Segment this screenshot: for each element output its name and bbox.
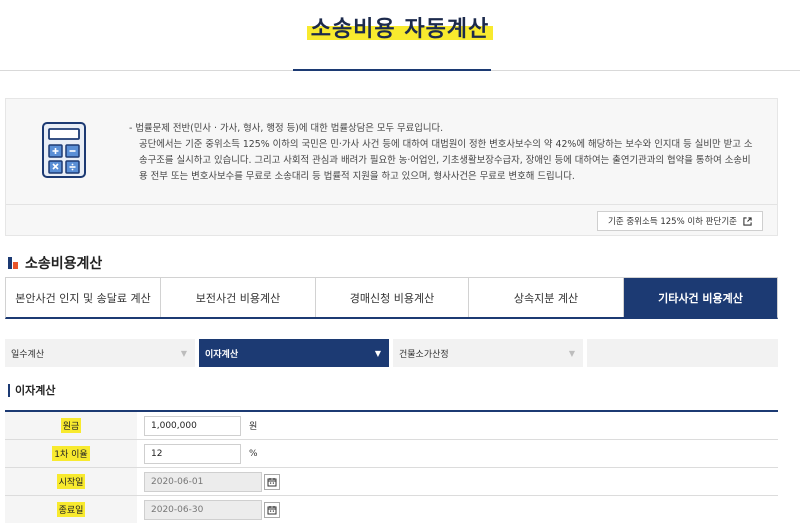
form-row-rate: 1차 이율 12 % [5,440,778,468]
sub-tabs: 일수계산 ▼ 이자계산 ▼ 건물소가산정 ▼ [5,339,778,367]
end-date-label-text: 종료일 [56,502,86,517]
page-title-wrap: 소송비용 자동계산 [0,14,800,54]
principal-value-cell: 1,000,000 원 [137,412,778,439]
triangle-down-icon: ▼ [180,348,187,358]
form-row-end-date: 종료일 2020-06-30 [5,496,778,523]
triangle-down-icon: ▼ [374,348,381,358]
start-date-input[interactable]: 2020-06-01 [144,471,262,492]
form-title: 이자계산 [8,382,55,398]
triangle-down-icon: ▼ [568,348,575,358]
section-title-mark [8,257,18,269]
page-title: 소송비용 자동계산 [306,14,494,46]
start-date-calendar-button[interactable] [264,473,280,490]
subtab-interest[interactable]: 이자계산 ▼ [199,339,389,367]
tab-auction[interactable]: 경매신청 비용계산 [316,278,469,317]
end-date-label: 종료일 [5,496,137,523]
tab-preservation[interactable]: 보전사건 비용계산 [161,278,316,317]
tab-other-cases[interactable]: 기타사건 비용계산 [624,278,777,317]
criteria-button-label: 기준 중위소득 125% 이하 판단기준 [608,217,737,227]
form-row-start-date: 시작일 2020-06-01 [5,468,778,496]
subtab-day-count[interactable]: 일수계산 ▼ [5,339,195,367]
tab-main-case[interactable]: 본안사건 인지 및 송달료 계산 [6,278,161,317]
info-text: - 법률문제 전반(민사 · 가사, 형사, 행정 등)에 대한 법률상담은 모… [129,121,759,185]
calendar-icon [267,477,277,486]
rate-label-text: 1차 이율 [52,446,90,461]
principal-input[interactable]: 1,000,000 [144,415,241,436]
principal-label: 원금 [5,412,137,439]
start-date-value-cell: 2020-06-01 [137,468,778,495]
calc-tabs: 본안사건 인지 및 송달료 계산 보전사건 비용계산 경매신청 비용계산 상속지… [5,277,778,319]
info-box: - 법률문제 전반(민사 · 가사, 형사, 행정 등)에 대한 법률상담은 모… [5,98,778,236]
external-link-icon [743,216,752,226]
tab-inheritance[interactable]: 상속지분 계산 [469,278,624,317]
rate-value-cell: 12 % [137,440,778,467]
subtab-gap [583,339,587,367]
form-title-bar [8,383,10,397]
form-row-principal: 원금 1,000,000 원 [5,412,778,440]
end-date-calendar-button[interactable] [264,501,280,518]
start-date-label: 시작일 [5,468,137,495]
subtab-day-count-label: 일수계산 [11,349,45,360]
info-line-2: 공단에서는 기준 중위소득 125% 이하의 국민은 민·가사 사건 등에 대하… [139,139,753,182]
interest-form: 원금 1,000,000 원 1차 이율 12 % 시작일 2020-06-01… [5,410,778,523]
end-date-input[interactable]: 2020-06-30 [144,499,262,520]
title-accent-bar [293,69,491,71]
subtab-building-value-label: 건물소가산정 [399,349,449,360]
rate-label: 1차 이율 [5,440,137,467]
rate-input[interactable]: 12 [144,443,241,464]
info-divider [6,204,777,205]
form-title-text: 이자계산 [15,384,56,397]
subtab-interest-label: 이자계산 [205,349,239,360]
subtab-building-value[interactable]: 건물소가산정 ▼ [393,339,583,367]
calendar-icon [267,505,277,514]
end-date-value-cell: 2020-06-30 [137,496,778,523]
criteria-button[interactable]: 기준 중위소득 125% 이하 판단기준 [597,211,763,231]
start-date-label-text: 시작일 [56,474,86,489]
info-line-1: - 법률문제 전반(민사 · 가사, 형사, 행정 등)에 대한 법률상담은 모… [129,123,444,134]
section-title: 소송비용계산 [8,254,102,272]
section-title-text: 소송비용계산 [25,256,103,272]
rate-unit: % [249,448,258,459]
calculator-icon [42,122,86,178]
principal-label-text: 원금 [60,418,82,433]
principal-unit: 원 [249,422,258,432]
